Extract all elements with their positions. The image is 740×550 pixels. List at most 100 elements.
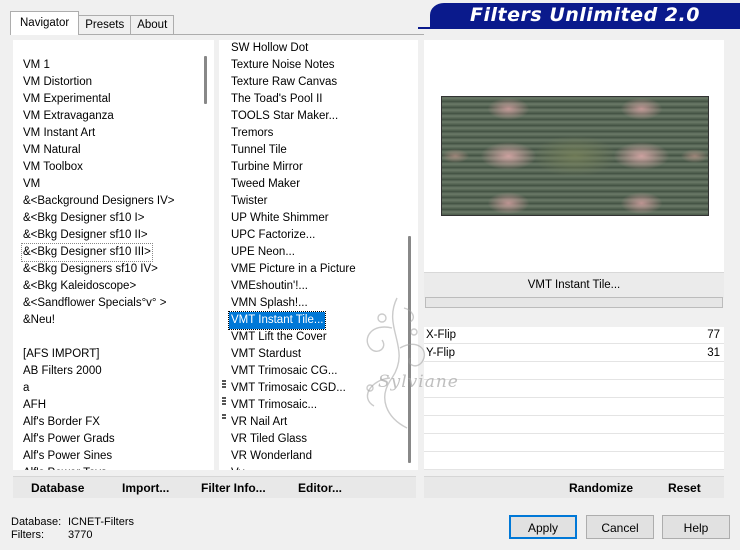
apply-button[interactable]: Apply [509,515,577,539]
list-item[interactable]: Alf's Power Grads [23,431,115,448]
list-item[interactable]: VMT Stardust [231,346,301,363]
parameter-list: X-Flip 77 Y-Flip 31 [424,327,724,470]
list-item[interactable]: VMEshoutin'!... [231,278,308,295]
list-item[interactable]: VM Instant Art [23,125,95,142]
list-item[interactable]: &<Bkg Kaleidoscope> [23,278,136,295]
param-row-empty [424,435,724,452]
database-button[interactable]: Database [31,477,84,499]
list-item[interactable]: VM [23,176,40,193]
list-item[interactable]: VM Extravaganza [23,108,114,125]
list-item[interactable]: VME Picture in a Picture [231,261,356,278]
list-item[interactable]: &<Bkg Designer sf10 III> [21,243,153,262]
reset-button[interactable]: Reset [668,477,701,499]
list-item[interactable]: &<Bkg Designer sf10 I> [23,210,144,227]
list-item[interactable]: &<Bkg Designers sf10 IV> [23,261,158,278]
param-value[interactable]: 31 [707,345,720,362]
editor-button[interactable]: Editor... [298,477,342,499]
cancel-button[interactable]: Cancel [586,515,654,539]
database-info: Database: ICNET-Filters [11,516,134,529]
list-item[interactable]: &<Bkg Designer sf10 II> [23,227,148,244]
grip-icon [222,380,226,389]
filters-label: Filters: [11,529,44,541]
progress-bar [425,297,723,308]
param-row-x-flip[interactable]: X-Flip 77 [424,327,724,344]
grip-icon [222,414,226,420]
selected-filter-name: VMT Instant Tile... [424,272,724,298]
list-item[interactable]: &<Sandflower Specials°v° > [23,295,166,312]
tab-bar: Navigator Presets About [10,11,175,35]
list-item[interactable]: Tweed Maker [231,176,300,193]
param-label: X-Flip [426,329,457,341]
list-item[interactable]: VMT Trimosaic CGD... [231,380,346,397]
list-item[interactable]: VM Toolbox [23,159,83,176]
list-item[interactable]: Tremors [231,125,273,142]
list-item[interactable]: SW Hollow Dot [231,40,308,57]
category-scroll-thumb[interactable] [204,56,207,104]
category-scrollbar[interactable] [197,40,214,470]
list-item[interactable]: a [23,380,29,397]
list-item[interactable]: VM Natural [23,142,81,159]
filter-list[interactable]: SW Hollow Dot Texture Noise Notes Texture … [219,40,416,470]
param-row-empty [424,417,724,434]
randomize-button[interactable]: Randomize [569,477,633,499]
list-item[interactable]: Vv... [231,465,253,470]
title-underline [418,27,740,29]
list-item[interactable]: VM Distortion [23,74,92,91]
list-item[interactable]: UPE Neon... [231,244,295,261]
list-item[interactable]: Alf's Power Toys [23,465,107,470]
list-item[interactable]: The Toad's Pool II [231,91,322,108]
list-item[interactable]: AB Filters 2000 [23,363,102,380]
tab-presets[interactable]: Presets [78,15,132,35]
database-value: ICNET-Filters [68,516,134,528]
list-item[interactable]: Tunnel Tile [231,142,287,159]
category-list[interactable]: VM 1 VM Distortion VM Experimental VM Extra… [13,40,210,470]
grip-icon [222,397,226,406]
filters-info: Filters: 3770 [11,529,92,542]
param-row-empty [424,399,724,416]
list-item[interactable]: Texture Raw Canvas [231,74,337,91]
list-item[interactable]: Alf's Border FX [23,414,100,431]
list-item[interactable]: Texture Noise Notes [231,57,335,74]
list-item[interactable]: [AFS IMPORT] [23,346,99,363]
list-item[interactable]: &<Background Designers IV> [23,193,175,210]
param-value[interactable]: 77 [707,327,720,344]
filter-scroll-thumb[interactable] [408,236,411,463]
list-item[interactable]: VR Tiled Glass [231,431,307,448]
watermark-text: Sylviane [378,372,459,392]
left-toolbar: Database Import... Filter Info... Editor… [13,476,416,498]
list-item[interactable]: VM Experimental [23,91,111,108]
param-row-empty [424,381,724,398]
list-item[interactable]: VR Wonderland [231,448,312,465]
list-item[interactable]: &Neu! [23,312,55,329]
list-item[interactable]: Alf's Power Sines [23,448,112,465]
import-button[interactable]: Import... [122,477,169,499]
list-item[interactable]: VMN Splash!... [231,295,308,312]
list-item[interactable]: VM 1 [23,57,50,74]
filter-scrollbar[interactable] [401,40,418,470]
param-row-y-flip[interactable]: Y-Flip 31 [424,345,724,362]
help-button[interactable]: Help [662,515,730,539]
list-item[interactable]: TOOLS Star Maker... [231,108,338,125]
tab-navigator[interactable]: Navigator [10,11,80,35]
list-item[interactable]: VMT Lift the Cover [231,329,327,346]
list-item[interactable]: VMT Trimosaic... [231,397,317,414]
list-item[interactable]: VMT Instant Tile... [227,311,327,330]
list-item[interactable]: AFH [23,397,46,414]
preview-image [441,96,709,216]
list-item[interactable]: UP White Shimmer [231,210,329,227]
list-item[interactable]: Turbine Mirror [231,159,303,176]
filter-info-button[interactable]: Filter Info... [201,477,266,499]
tab-about[interactable]: About [130,15,175,35]
preview-panel [424,40,724,272]
database-label: Database: [11,516,62,528]
filters-value: 3770 [68,529,93,541]
list-item[interactable]: UPC Factorize... [231,227,315,244]
right-toolbar: Randomize Reset [424,476,724,498]
param-label: Y-Flip [426,347,455,359]
param-row-empty [424,453,724,470]
list-item[interactable]: Twister [231,193,267,210]
app-title: Filters Unlimited 2.0 [430,3,740,27]
param-row-empty [424,363,724,380]
list-item[interactable]: VMT Trimosaic CG... [231,363,338,380]
list-item[interactable]: VR Nail Art [231,414,287,431]
